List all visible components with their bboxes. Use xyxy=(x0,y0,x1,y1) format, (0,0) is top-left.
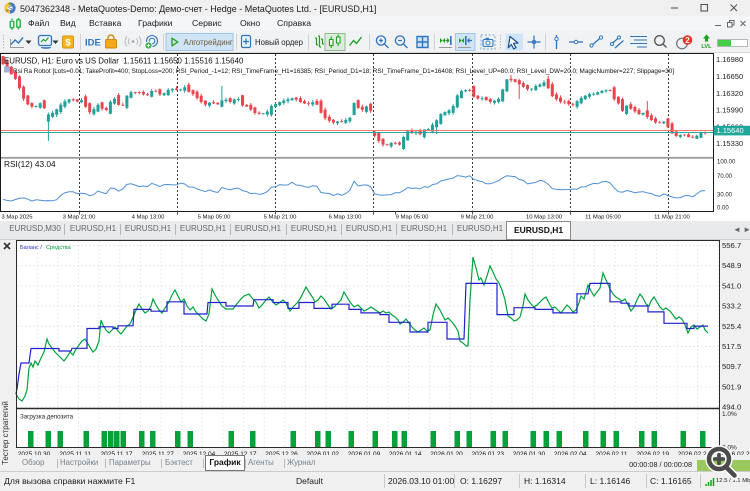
svg-text:1.15330: 1.15330 xyxy=(716,139,743,148)
svg-text:RSI(12) 43.04: RSI(12) 43.04 xyxy=(4,159,56,169)
svg-text:IDE: IDE xyxy=(85,38,101,49)
svg-text:0.00: 0.00 xyxy=(717,205,729,211)
svg-text:LVL: LVL xyxy=(701,44,712,50)
svg-text:EURUSD, H1: Euro vs US Dollar: EURUSD, H1: Euro vs US Dollar 1.15611 1.… xyxy=(4,57,244,66)
svg-text:1.16650: 1.16650 xyxy=(716,72,743,81)
svg-text:30.00: 30.00 xyxy=(717,192,733,198)
svg-text:Баланс /: Баланс / xyxy=(20,245,42,251)
svg-text:$: $ xyxy=(65,38,71,49)
svg-text:Загрузка депозита: Загрузка депозита xyxy=(20,414,74,421)
svg-text:1.15990: 1.15990 xyxy=(716,106,743,115)
svg-text:1.16320: 1.16320 xyxy=(716,89,743,98)
svg-text:525.4: 525.4 xyxy=(722,322,742,331)
svg-text:100.00: 100.00 xyxy=(717,159,736,165)
svg-text:501.9: 501.9 xyxy=(722,382,741,391)
svg-text:10 Мар 13:00: 10 Мар 13:00 xyxy=(526,215,563,221)
svg-text:11 Мар 21:00: 11 Мар 21:00 xyxy=(654,215,690,221)
svg-text:70.00: 70.00 xyxy=(717,174,733,180)
svg-text:9 Мар 21:00: 9 Мар 21:00 xyxy=(461,215,495,221)
svg-text:556.7: 556.7 xyxy=(722,241,741,250)
svg-text:4 Мар 13:00: 4 Мар 13:00 xyxy=(132,215,166,221)
svg-text:S: S xyxy=(8,6,12,12)
svg-text:509.7: 509.7 xyxy=(722,362,741,371)
svg-text:5 Мар 05:00: 5 Мар 05:00 xyxy=(198,215,232,221)
svg-text:Rsi Ra Robot [Lots=0.01; TakeP: Rsi Ra Robot [Lots=0.01; TakeProfit=400;… xyxy=(13,68,674,75)
svg-text:11 Мар 05:00: 11 Мар 05:00 xyxy=(585,215,621,221)
svg-text:533.2: 533.2 xyxy=(722,302,741,311)
svg-text:548.9: 548.9 xyxy=(722,261,741,270)
svg-text:3 Мар 21:00: 3 Мар 21:00 xyxy=(63,215,97,221)
svg-text:9 Мар 05:00: 9 Мар 05:00 xyxy=(396,215,430,221)
svg-text:1.0%: 1.0% xyxy=(722,411,737,418)
svg-text:541.0: 541.0 xyxy=(722,281,741,290)
svg-text:Средства: Средства xyxy=(46,245,72,251)
svg-text:Новый ордер: Новый ордер xyxy=(255,38,304,47)
svg-text:2: 2 xyxy=(685,36,690,45)
svg-text:3 Мар 2025: 3 Мар 2025 xyxy=(1,215,33,221)
svg-text:517.5: 517.5 xyxy=(722,342,741,351)
svg-text:1.16980: 1.16980 xyxy=(716,55,743,64)
svg-text:5 Мар 21:00: 5 Мар 21:00 xyxy=(264,215,298,221)
svg-text:1.15640: 1.15640 xyxy=(717,126,744,135)
svg-text:6 Мар 13:00: 6 Мар 13:00 xyxy=(329,215,363,221)
svg-text:Алготрейдинг: Алготрейдинг xyxy=(184,38,233,47)
